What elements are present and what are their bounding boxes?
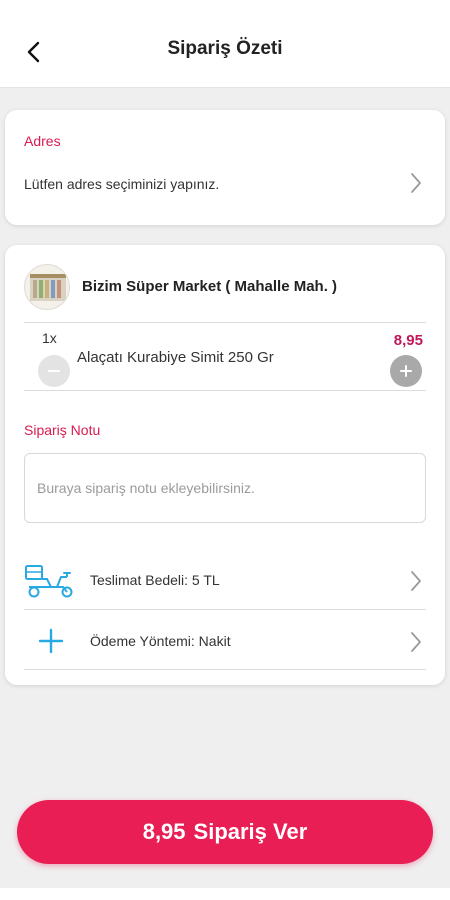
divider xyxy=(24,669,426,670)
order-note-placeholder: Buraya sipariş notu ekleyebilirsiniz. xyxy=(37,480,255,496)
chevron-right-icon[interactable] xyxy=(408,569,424,593)
top-app-bar: Sipariş Özeti xyxy=(0,0,450,88)
address-label: Adres xyxy=(24,133,61,149)
item-price: 8,95 xyxy=(393,332,423,349)
item-name: Alaçatı Kurabiye Simit 250 Gr xyxy=(77,349,274,366)
increase-quantity-button[interactable] xyxy=(390,355,422,387)
minus-icon xyxy=(48,370,60,372)
decrease-quantity-button[interactable] xyxy=(38,355,70,387)
order-total: 8,95 xyxy=(142,819,186,844)
item-quantity: 1x xyxy=(42,330,57,346)
store-logo xyxy=(24,264,70,310)
chevron-right-icon[interactable] xyxy=(408,630,424,654)
place-order-label: Sipariş Ver xyxy=(193,819,308,844)
divider xyxy=(24,609,426,610)
order-note-input[interactable]: Buraya sipariş notu ekleyebilirsiniz. xyxy=(24,453,426,523)
payment-method-label[interactable]: Ödeme Yöntemi: Nakit xyxy=(90,633,231,649)
place-order-button[interactable]: 8,95 Sipariş Ver xyxy=(17,800,433,864)
delivery-fee-label[interactable]: Teslimat Bedeli: 5 TL xyxy=(90,572,220,588)
address-prompt: Lütfen adres seçiminizi yapınız. xyxy=(24,176,220,192)
scooter-delivery-icon xyxy=(22,562,80,600)
plus-icon xyxy=(37,627,65,655)
plus-icon xyxy=(400,365,412,377)
store-name: Bizim Süper Market ( Mahalle Mah. ) xyxy=(82,278,338,295)
divider xyxy=(24,390,426,391)
chevron-right-icon xyxy=(408,171,424,195)
order-card: Bizim Süper Market ( Mahalle Mah. ) 1x A… xyxy=(5,245,445,685)
address-card[interactable]: Adres Lütfen adres seçiminizi yapınız. xyxy=(5,110,445,225)
page-title: Sipariş Özeti xyxy=(167,38,283,59)
bottom-strip xyxy=(0,888,450,900)
divider xyxy=(24,322,426,323)
order-note-label: Sipariş Notu xyxy=(24,422,101,438)
